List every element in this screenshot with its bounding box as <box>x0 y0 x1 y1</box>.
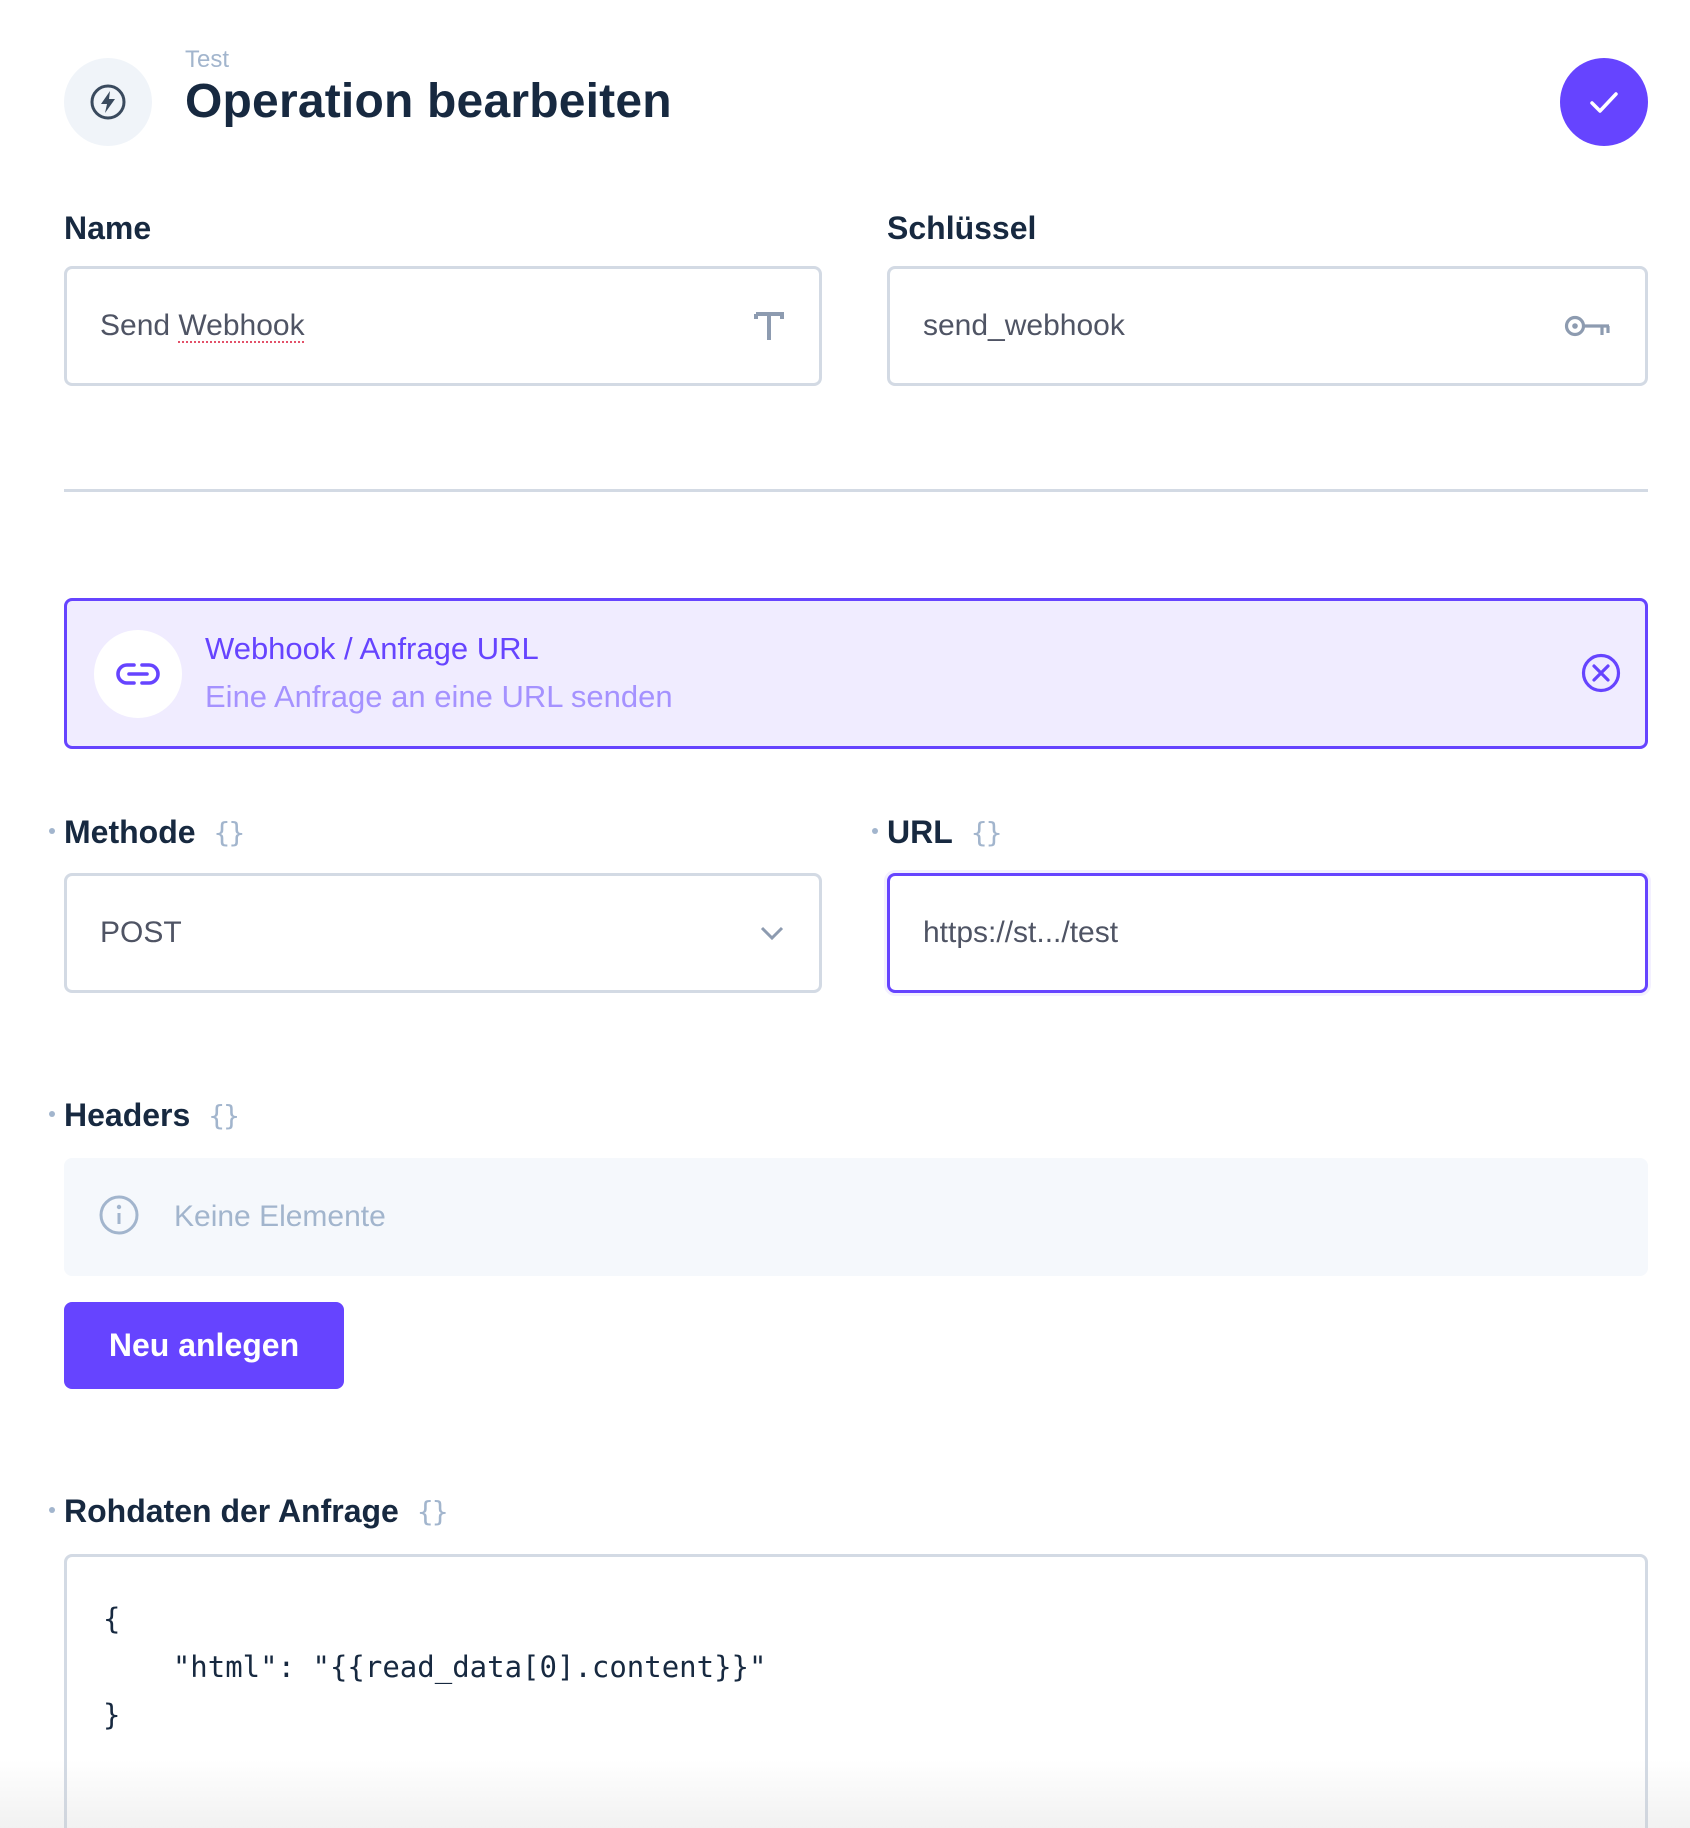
required-dot <box>872 828 878 834</box>
headers-empty-notice: Keine Elemente <box>64 1158 1648 1276</box>
empty-text: Keine Elemente <box>174 1200 386 1233</box>
operation-description: Eine Anfrage an eine URL senden <box>205 679 673 714</box>
operation-title: Webhook / Anfrage URL <box>205 631 539 666</box>
key-label: Schlüssel <box>887 210 1037 246</box>
link-icon <box>94 630 182 718</box>
breadcrumb: Test <box>185 46 230 73</box>
key-icon <box>1564 311 1612 341</box>
name-input[interactable]: Send Webhook <box>64 266 822 386</box>
variable-braces-icon[interactable]: {} <box>417 1495 449 1528</box>
body-code-editor[interactable]: { "html": "{{read_data[0].content}}" } <box>64 1554 1648 1828</box>
method-select[interactable]: POST <box>64 873 822 993</box>
code-line: { <box>103 1602 121 1636</box>
required-dot <box>49 1507 55 1513</box>
section-divider <box>64 489 1648 492</box>
code-line: "html": "{{read_data[0].content}}" <box>103 1650 767 1684</box>
url-input[interactable]: https://st.../test <box>887 873 1648 993</box>
operation-type-card[interactable]: Webhook / Anfrage URL Eine Anfrage an ei… <box>64 598 1648 749</box>
required-dot <box>49 828 55 834</box>
save-button[interactable] <box>1560 58 1648 146</box>
headers-label: Headers {} <box>49 1097 240 1134</box>
spellcheck-word: Webhook <box>178 309 305 342</box>
variable-braces-icon[interactable]: {} <box>971 816 1003 849</box>
key-input[interactable]: send_webhook <box>887 266 1648 386</box>
chevron-down-icon <box>758 924 786 942</box>
method-label: Methode {} <box>49 814 246 851</box>
variable-braces-icon[interactable]: {} <box>214 816 246 849</box>
close-circle-icon[interactable] <box>1579 651 1623 695</box>
variable-braces-icon[interactable]: {} <box>208 1099 240 1132</box>
body-label: Rohdaten der Anfrage {} <box>49 1493 449 1530</box>
add-header-button[interactable]: Neu anlegen <box>64 1302 344 1389</box>
info-icon <box>98 1194 140 1241</box>
text-type-icon <box>752 309 786 343</box>
required-dot <box>49 1111 55 1117</box>
page-title: Operation bearbeiten <box>185 75 672 128</box>
bolt-icon <box>64 58 152 146</box>
code-line: } <box>103 1698 121 1732</box>
name-label: Name <box>64 210 152 246</box>
check-icon <box>1590 92 1618 113</box>
url-label: URL {} <box>872 814 1003 851</box>
